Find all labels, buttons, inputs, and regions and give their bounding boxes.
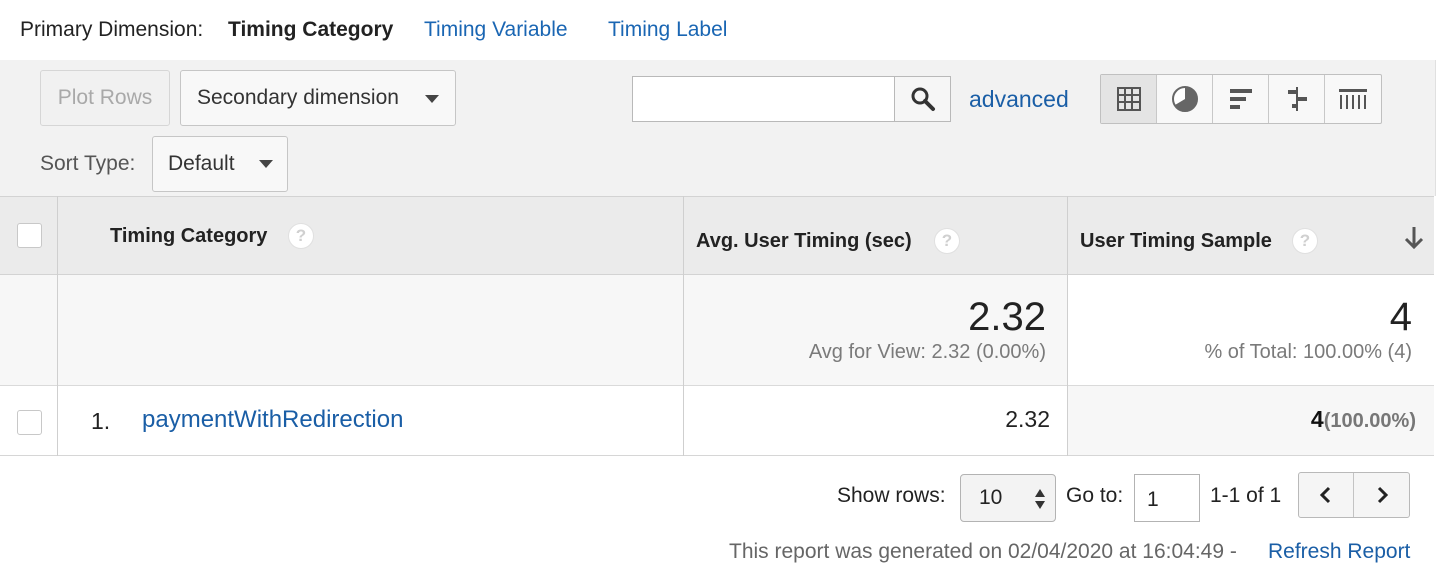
search-button[interactable] <box>894 76 951 122</box>
total-subtext: % of Total: 100.00% (4) <box>1204 341 1412 363</box>
total-value: 2.32 <box>968 295 1046 339</box>
help-icon[interactable]: ? <box>934 228 960 254</box>
select-all-checkbox[interactable] <box>17 223 42 248</box>
row-sample-percent: (100.00%) <box>1323 410 1416 432</box>
show-rows-value: 10 <box>979 486 1003 509</box>
search-icon <box>911 87 935 111</box>
column-divider <box>1067 196 1068 456</box>
search-input[interactable] <box>632 76 896 122</box>
comparison-icon <box>1287 87 1307 111</box>
sort-type-dropdown[interactable]: Default <box>152 136 288 192</box>
sort-type-label: Sort Type: <box>40 152 136 175</box>
sort-type-value: Default <box>168 152 235 175</box>
plot-rows-button[interactable]: Plot Rows <box>40 70 170 126</box>
pie-chart-icon <box>1171 86 1198 112</box>
total-subtext: Avg for View: 2.32 (0.00%) <box>808 341 1046 363</box>
report-generated-note: This report was generated on 02/04/2020 … <box>729 540 1237 563</box>
comparison-view-button[interactable] <box>1269 75 1325 123</box>
table-row-sample-cell: 4(100.00%) <box>1068 386 1434 456</box>
caret-down-icon <box>259 160 273 168</box>
view-switcher <box>1100 74 1382 124</box>
chevron-right-icon <box>1377 486 1388 504</box>
totals-avg-user-timing: 2.32 Avg for View: 2.32 (0.00%) <box>684 275 1068 386</box>
header-avg-user-timing[interactable]: Avg. User Timing (sec) ? <box>684 196 1068 275</box>
advanced-filter-link[interactable]: advanced <box>969 86 1069 113</box>
page-range: 1-1 of 1 <box>1210 484 1282 507</box>
pivot-icon <box>1339 89 1367 109</box>
table-view-button[interactable] <box>1101 75 1157 123</box>
show-rows-label: Show rows: <box>837 484 946 507</box>
refresh-report-link[interactable]: Refresh Report <box>1268 540 1410 564</box>
totals-category-cell <box>58 275 684 386</box>
header-select-cell <box>0 196 58 275</box>
previous-page-button[interactable] <box>1299 473 1355 517</box>
pager-buttons <box>1298 472 1410 518</box>
primary-dimension-option-timing-variable[interactable]: Timing Variable <box>424 18 568 42</box>
table-row-select-cell <box>0 386 58 456</box>
totals-user-timing-sample: 4 % of Total: 100.00% (4) <box>1068 275 1434 386</box>
row-avg-user-timing: 2.32 <box>1005 406 1050 432</box>
totals-select-cell <box>0 275 58 386</box>
show-rows-select[interactable]: 10 <box>960 474 1056 522</box>
header-user-timing-sample[interactable]: User Timing Sample ? <box>1068 196 1434 275</box>
row-category-link[interactable]: paymentWithRedirection <box>142 406 403 434</box>
performance-icon <box>1229 89 1252 109</box>
up-down-arrows-icon <box>1035 489 1045 509</box>
sort-descending-icon[interactable] <box>1404 225 1424 251</box>
goto-label: Go to: <box>1066 484 1124 507</box>
primary-dimension-option-timing-label[interactable]: Timing Label <box>608 18 727 42</box>
chevron-left-icon <box>1319 486 1331 504</box>
help-icon[interactable]: ? <box>288 223 314 249</box>
primary-dimension-current: Timing Category <box>228 18 394 41</box>
column-header-label: Timing Category <box>110 225 268 247</box>
column-header-label: Avg. User Timing (sec) <box>696 230 912 252</box>
help-icon[interactable]: ? <box>1292 228 1318 254</box>
row-sample-value: 4 <box>1310 406 1324 432</box>
secondary-dimension-label: Secondary dimension <box>197 86 399 109</box>
column-divider <box>683 196 684 456</box>
row-sample: 4(100.00%) <box>1311 406 1416 433</box>
table-row-category-cell: 1. paymentWithRedirection <box>58 386 684 456</box>
total-value: 4 <box>1389 295 1412 339</box>
table-view-icon <box>1116 87 1141 111</box>
row-checkbox[interactable] <box>17 410 42 435</box>
report-toolbar: Plot Rows Secondary dimension advanced S… <box>0 60 1436 196</box>
table-row-avg-cell: 2.32 <box>684 386 1068 456</box>
primary-dimension-label: Primary Dimension: <box>20 18 204 41</box>
performance-view-button[interactable] <box>1213 75 1269 123</box>
pie-view-button[interactable] <box>1157 75 1213 123</box>
pivot-view-button[interactable] <box>1325 75 1381 123</box>
header-timing-category[interactable]: Timing Category ? <box>58 196 684 275</box>
primary-dimension-bar: Primary Dimension: Timing Category Timin… <box>0 0 1442 60</box>
secondary-dimension-dropdown[interactable]: Secondary dimension <box>180 70 456 126</box>
column-header-label: User Timing Sample <box>1080 230 1272 252</box>
caret-down-icon <box>425 95 439 103</box>
row-index: 1. <box>91 408 111 434</box>
next-page-button[interactable] <box>1354 473 1409 517</box>
column-divider <box>57 196 58 456</box>
goto-page-input[interactable]: 1 <box>1134 474 1200 522</box>
